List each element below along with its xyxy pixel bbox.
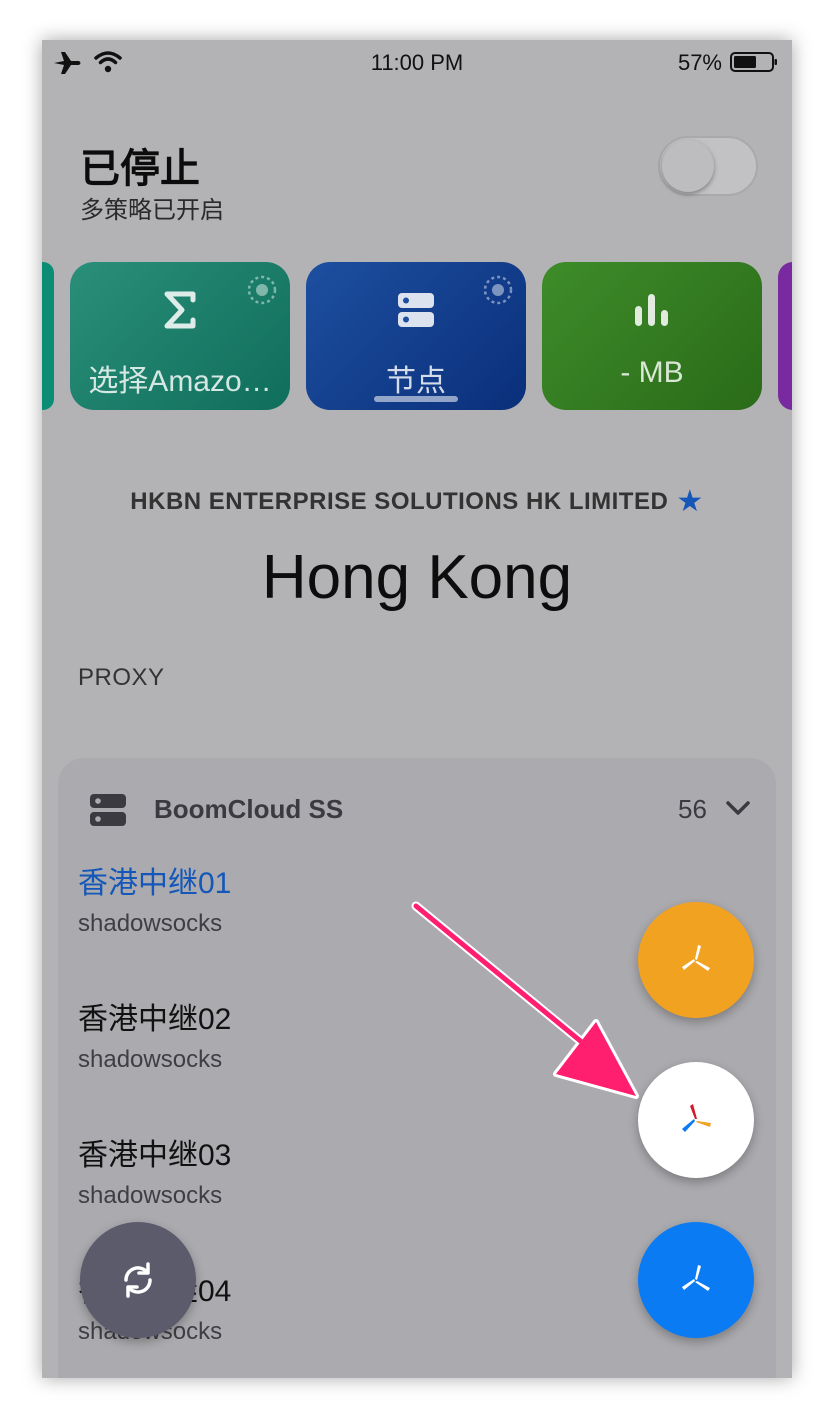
isp-name: HKBN ENTERPRISE SOLUTIONS HK LIMITED [130,488,669,515]
battery-icon [730,52,777,72]
card-partial-right[interactable] [778,262,792,410]
refresh-button[interactable] [80,1222,196,1338]
node-type: shadowsocks [78,910,223,937]
isp-label: HKBN ENTERPRISE SOLUTIONS HK LIMITED ★ [42,484,792,519]
page-title: 已停止 [80,147,200,191]
node-item[interactable]: 香港中继01 shadowsocks [78,858,231,938]
blue-mode-button[interactable] [638,1222,754,1338]
card-traffic[interactable]: - MB [542,262,762,410]
node-name: 香港中继02 [78,1003,232,1036]
card-partial-left[interactable] [42,262,54,410]
white-mode-button[interactable] [638,1062,754,1178]
fan-icon [682,945,710,971]
refresh-icon [124,1262,152,1298]
section-label: PROXY [78,664,165,691]
fan-icon [682,1104,711,1132]
card-label: - MB [620,356,684,389]
star-icon[interactable]: ★ [676,485,703,518]
status-bar: 11:00 PM 57% [42,40,792,84]
fan-icon [682,1265,710,1291]
node-name: 香港中继03 [78,1139,232,1172]
toggle-knob [662,140,714,192]
page-subtitle: 多策略已开启 [80,197,224,224]
phone-screen: 11:00 PM 57% 已停止 多策略已开启 选择Amazo… 节点 - MB… [42,40,792,1378]
card-node[interactable]: 节点 [306,262,526,410]
vpn-toggle[interactable] [658,136,758,196]
card-label: 选择Amazo… [88,365,272,398]
orange-mode-button[interactable] [638,902,754,1018]
group-count: 56 [678,794,707,824]
node-type: shadowsocks [78,1046,223,1073]
battery-percent: 57% [677,50,722,75]
sigma-icon [70,290,290,335]
node-item[interactable]: 香港中继02 shadowsocks [78,994,231,1074]
chevron-down-icon[interactable] [724,796,752,820]
location-name: Hong Kong [261,543,573,612]
node-type: shadowsocks [78,1182,223,1209]
server-icon [90,794,126,826]
node-name: 香港中继01 [78,867,232,900]
bar-chart-icon [542,290,762,335]
node-item[interactable]: 香港中继03 shadowsocks [78,1130,231,1210]
server-icon [306,290,526,335]
group-name: BoomCloud SS [154,794,344,824]
card-policy-select[interactable]: 选择Amazo… [70,262,290,410]
active-indicator [374,396,458,402]
card-label: 节点 [386,365,446,398]
